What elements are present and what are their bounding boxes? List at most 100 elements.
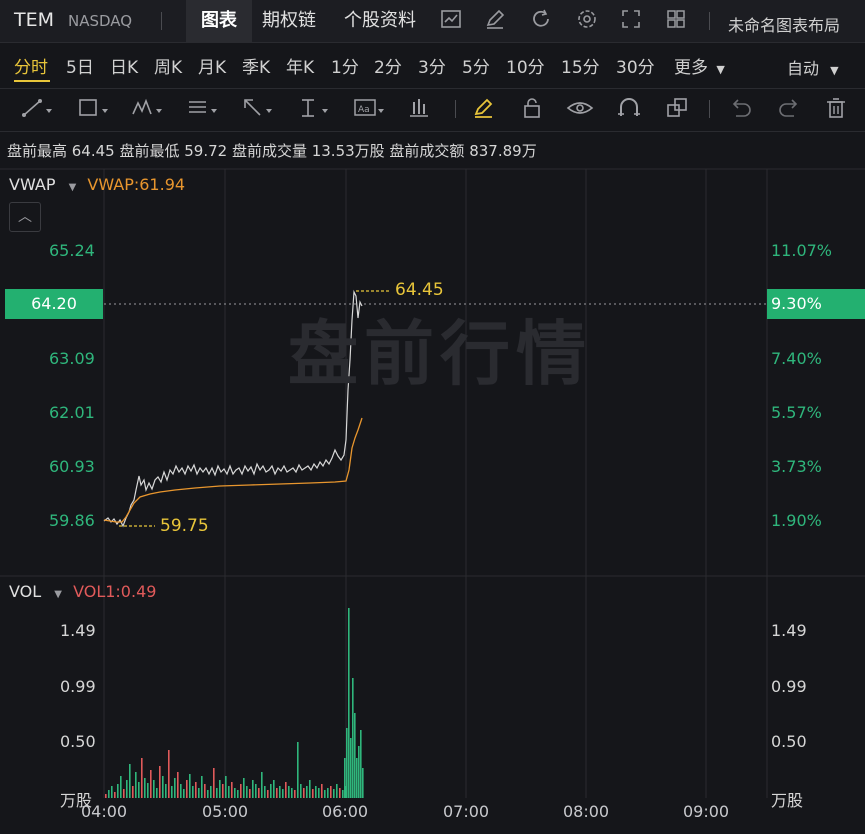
volume-bar: [309, 780, 311, 798]
volume-bar: [210, 786, 212, 798]
volume-bar: [108, 790, 110, 798]
volume-bar: [243, 778, 245, 798]
pct-tick: 3.73%: [771, 457, 822, 476]
volume-bar: [138, 782, 140, 798]
volume-bar: [333, 789, 335, 798]
vol-unit: 万股: [771, 791, 804, 810]
volume-bar: [117, 784, 119, 798]
current-price-tag: 64.20: [5, 289, 103, 319]
volume-bar: [270, 784, 272, 798]
volume-bar: [282, 789, 284, 798]
price-tick: 59.86: [49, 511, 95, 530]
vol-tick: 1.49: [771, 621, 807, 640]
volume-bar: [150, 770, 152, 798]
volume-bars: [105, 608, 364, 798]
volume-bar: [352, 678, 354, 798]
watermark: 盘前行情: [288, 313, 592, 395]
volume-bar: [273, 780, 275, 798]
volume-bar: [237, 790, 239, 798]
volume-bar: [171, 786, 173, 798]
current-pct-tag: 9.30%: [767, 289, 865, 319]
volume-bar: [358, 746, 360, 798]
volume-bar: [344, 758, 346, 798]
volume-bar: [147, 783, 149, 798]
volume-bar: [346, 728, 348, 798]
volume-bar: [360, 730, 362, 798]
volume-bar: [114, 792, 116, 798]
volume-bar: [177, 772, 179, 798]
volume-bar: [141, 758, 143, 798]
volume-bar: [261, 772, 263, 798]
vol-indicator-select[interactable]: VOL ▼ VOL1:0.49: [9, 582, 156, 601]
volume-bar: [105, 794, 107, 798]
volume-bar: [153, 780, 155, 798]
low-price-label: 59.75: [160, 516, 209, 536]
vol-tick: 0.50: [60, 732, 96, 751]
pct-tick: 5.57%: [771, 403, 822, 422]
price-tick: 62.01: [49, 403, 95, 422]
time-tick: 04:00: [81, 802, 128, 821]
volume-bar: [132, 786, 134, 798]
pct-tick: 11.07%: [771, 241, 833, 260]
vwap-value: VWAP:61.94: [87, 175, 186, 194]
volume-bar: [207, 790, 209, 798]
collapse-icon[interactable]: ︿: [9, 202, 41, 232]
volume-bar: [234, 788, 236, 798]
chart-canvas[interactable]: [0, 0, 865, 834]
price-tick: 63.09: [49, 349, 95, 368]
volume-bar: [315, 786, 317, 798]
volume-bar: [204, 784, 206, 798]
volume-bar: [356, 758, 358, 798]
volume-bar: [189, 774, 191, 798]
volume-bar: [252, 780, 254, 798]
volume-bar: [135, 772, 137, 798]
volume-bar: [186, 780, 188, 798]
volume-bar: [318, 788, 320, 798]
vol-tick: 0.50: [771, 732, 807, 751]
volume-bar: [306, 786, 308, 798]
indicator-name: VOL: [9, 582, 42, 601]
high-price-label: 64.45: [395, 280, 444, 300]
volume-bar: [126, 780, 128, 798]
volume-bar: [219, 780, 221, 798]
volume-bar: [180, 784, 182, 798]
volume-bar: [198, 788, 200, 798]
volume-bar: [228, 786, 230, 798]
volume-bar: [348, 608, 350, 798]
time-tick: 07:00: [443, 802, 490, 821]
price-tick: 60.93: [49, 457, 95, 476]
volume-bar: [129, 764, 131, 798]
volume-bar: [288, 786, 290, 798]
vol-tick: 0.99: [771, 677, 807, 696]
time-tick: 05:00: [202, 802, 249, 821]
volume-bar: [327, 788, 329, 798]
volume-bar: [144, 778, 146, 798]
volume-bar: [350, 738, 352, 798]
volume-bar: [162, 776, 164, 798]
volume-bar: [312, 789, 314, 798]
volume-bar: [120, 776, 122, 798]
volume-bar: [174, 778, 176, 798]
volume-bar: [231, 782, 233, 798]
volume-bar: [276, 788, 278, 798]
volume-bar: [159, 766, 161, 798]
volume-bar: [303, 788, 305, 798]
volume-bar: [321, 784, 323, 798]
volume-bar: [330, 786, 332, 798]
pct-tick: 1.90%: [771, 511, 822, 530]
volume-bar: [339, 788, 341, 798]
chevron-down-icon: ▼: [68, 182, 77, 193]
time-tick: 08:00: [563, 802, 610, 821]
volume-bar: [195, 782, 197, 798]
volume-bar: [285, 782, 287, 798]
vol-tick: 1.49: [60, 621, 96, 640]
volume-bar: [291, 788, 293, 798]
pct-tick: 7.40%: [771, 349, 822, 368]
volume-bar: [192, 786, 194, 798]
volume-bar: [354, 713, 356, 798]
volume-bar: [123, 789, 125, 798]
volume-bar: [249, 789, 251, 798]
vwap-indicator-select[interactable]: VWAP ▼ VWAP:61.94: [9, 175, 185, 194]
price-tick: 65.24: [49, 241, 95, 260]
volume-bar: [168, 750, 170, 798]
